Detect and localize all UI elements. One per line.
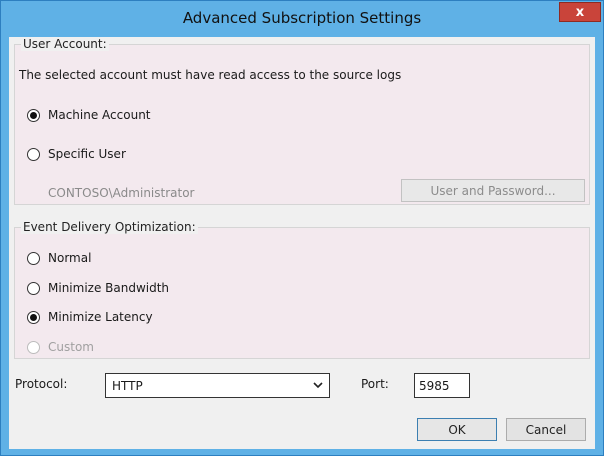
- machine-account-radio[interactable]: Machine Account: [27, 108, 151, 122]
- user-and-password-button[interactable]: User and Password...: [401, 179, 585, 202]
- radio-selected-icon: [27, 310, 40, 324]
- port-label: Port:: [361, 377, 389, 391]
- event-delivery-group: Event Delivery Optimization: Normal Mini…: [14, 220, 590, 359]
- protocol-label: Protocol:: [15, 377, 68, 391]
- normal-label: Normal: [48, 251, 92, 265]
- custom-label: Custom: [48, 340, 94, 354]
- protocol-select[interactable]: HTTP: [105, 373, 330, 398]
- dialog-body: User Account: The selected account must …: [9, 37, 595, 449]
- machine-account-label: Machine Account: [48, 108, 151, 122]
- user-account-legend: User Account:: [21, 37, 109, 51]
- title-bar: Advanced Subscription Settings x: [1, 1, 603, 37]
- event-delivery-legend: Event Delivery Optimization:: [21, 220, 198, 234]
- port-input[interactable]: 5985: [414, 373, 470, 398]
- chevron-down-icon: [313, 378, 323, 395]
- specific-user-label: Specific User: [48, 147, 126, 161]
- minimize-bandwidth-label: Minimize Bandwidth: [48, 281, 170, 295]
- close-button[interactable]: x: [559, 2, 601, 22]
- dialog-window: Advanced Subscription Settings x User Ac…: [0, 0, 604, 456]
- ok-button[interactable]: OK: [417, 418, 497, 441]
- normal-radio[interactable]: Normal: [27, 251, 91, 265]
- user-account-group: User Account: The selected account must …: [14, 37, 590, 205]
- close-icon: x: [575, 4, 585, 20]
- custom-radio[interactable]: Custom: [27, 340, 94, 354]
- protocol-value: HTTP: [112, 378, 143, 393]
- radio-unselected-icon: [27, 251, 40, 265]
- port-value: 5985: [419, 378, 450, 393]
- cancel-button[interactable]: Cancel: [506, 418, 586, 441]
- radio-disabled-icon: [27, 340, 40, 354]
- account-description: The selected account must have read acce…: [19, 68, 402, 82]
- radio-selected-icon: [27, 108, 40, 122]
- radio-unselected-icon: [27, 147, 40, 161]
- minimize-bandwidth-radio[interactable]: Minimize Bandwidth: [27, 281, 169, 295]
- minimize-latency-radio[interactable]: Minimize Latency: [27, 310, 153, 324]
- specific-user-radio[interactable]: Specific User: [27, 147, 126, 161]
- radio-unselected-icon: [27, 281, 40, 295]
- account-name: CONTOSO\Administrator: [48, 186, 195, 200]
- dialog-title: Advanced Subscription Settings: [182, 9, 422, 27]
- minimize-latency-label: Minimize Latency: [48, 310, 153, 324]
